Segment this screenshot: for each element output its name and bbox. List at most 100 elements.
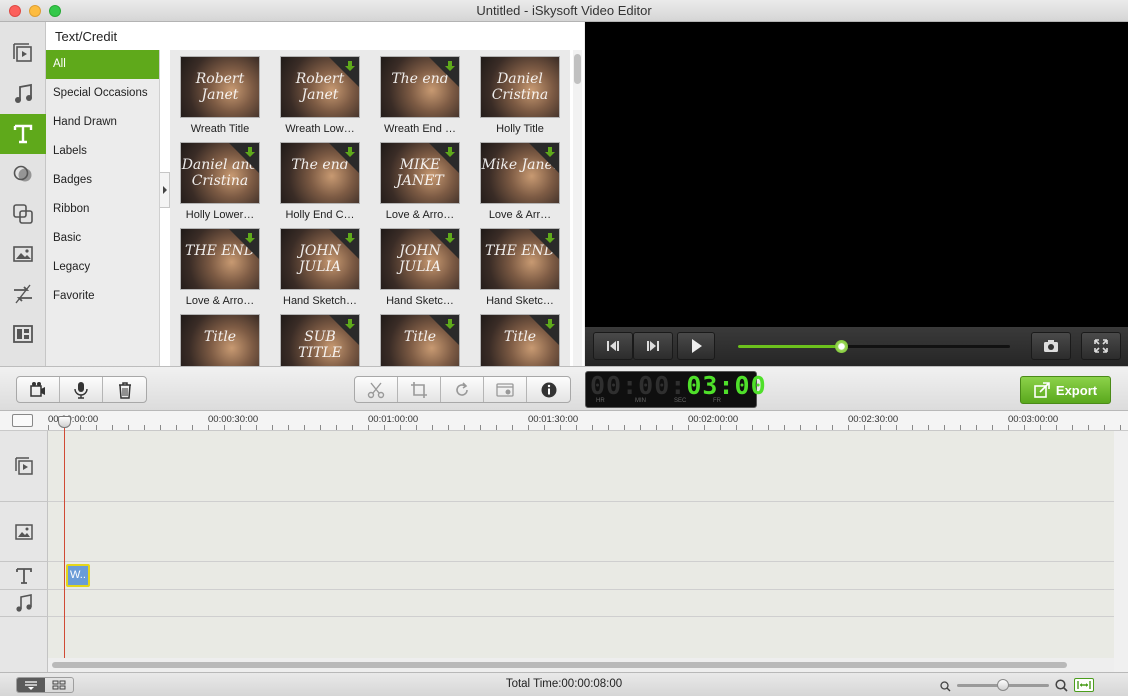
text-track-header[interactable] — [0, 562, 48, 590]
template-thumbnail[interactable]: The end Wreath End … — [373, 56, 467, 135]
download-arrow-icon[interactable] — [544, 232, 556, 244]
template-label: Wreath Title — [190, 123, 250, 135]
template-thumbnail[interactable]: MIKE JANET Love & Arro… — [373, 142, 467, 221]
step-forward-icon — [647, 341, 659, 351]
download-arrow-icon[interactable] — [444, 318, 456, 330]
template-thumbnail[interactable]: Daniel and Cristina Holly Lower… — [173, 142, 267, 221]
template-thumbnail[interactable]: JOHN JULIA Hand Sketch… — [273, 228, 367, 307]
template-thumbnail[interactable]: SUB TITLE — [273, 314, 367, 366]
template-thumbnail[interactable]: Robert Janet Wreath Title — [173, 56, 267, 135]
category-ribbon[interactable]: Ribbon — [46, 195, 159, 224]
text-clip[interactable]: W.. — [66, 564, 90, 587]
fit-timeline-button[interactable] — [1074, 678, 1094, 692]
download-arrow-icon[interactable] — [544, 318, 556, 330]
seek-handle[interactable] — [835, 340, 849, 353]
template-label: Love & Arro… — [185, 295, 255, 307]
template-thumbnail[interactable]: THE END Hand Sketc… — [473, 228, 567, 307]
play-button[interactable] — [677, 332, 715, 360]
download-arrow-icon[interactable] — [444, 232, 456, 244]
minimize-window-button[interactable] — [29, 5, 41, 17]
track-menu-button[interactable] — [12, 414, 33, 427]
template-thumbnail[interactable]: THE END Love & Arro… — [173, 228, 267, 307]
timeline-vertical-scrollbar[interactable] — [1114, 431, 1128, 672]
record-video-icon — [30, 381, 45, 397]
filter-circles-icon — [13, 165, 32, 182]
text-track[interactable] — [48, 562, 1114, 590]
rail-text-button[interactable] — [0, 114, 46, 154]
track-tools-group — [16, 376, 147, 403]
category-legacy[interactable]: Legacy — [46, 253, 159, 282]
timecode-unit-hr: HR — [596, 398, 605, 404]
record-voiceover-button[interactable] — [60, 377, 103, 402]
download-arrow-icon[interactable] — [544, 146, 556, 158]
empty-track-header — [0, 617, 48, 672]
rail-overlays-button[interactable] — [0, 194, 46, 234]
category-special-occasions[interactable]: Special Occasions — [46, 79, 159, 108]
ruler-label: 00:01:00:00 — [368, 414, 419, 425]
rotate-button[interactable] — [441, 377, 484, 402]
category-hand-drawn[interactable]: Hand Drawn — [46, 108, 159, 137]
crop-button[interactable] — [398, 377, 441, 402]
template-thumbnail[interactable]: Title — [173, 314, 267, 366]
scrollbar-knob[interactable] — [574, 54, 581, 84]
image-track[interactable] — [48, 502, 1114, 562]
rail-media-button[interactable] — [0, 33, 46, 73]
zoom-slider[interactable] — [957, 679, 1049, 691]
step-back-button[interactable] — [593, 332, 633, 360]
rail-music-button[interactable] — [0, 74, 46, 114]
music-track[interactable] — [48, 590, 1114, 617]
video-track[interactable] — [48, 431, 1114, 502]
template-thumbnail[interactable]: Robert Janet Wreath Low… — [273, 56, 367, 135]
advanced-settings-button[interactable] — [484, 377, 527, 402]
category-all[interactable]: All — [46, 50, 159, 79]
download-arrow-icon[interactable] — [444, 60, 456, 72]
snapshot-button[interactable] — [1031, 332, 1071, 360]
download-arrow-icon[interactable] — [444, 146, 456, 158]
download-arrow-icon[interactable] — [344, 146, 356, 158]
template-grid-scrollbar[interactable] — [573, 50, 582, 366]
template-thumbnail[interactable]: JOHN JULIA Hand Sketc… — [373, 228, 467, 307]
zoom-out-icon[interactable] — [940, 681, 951, 692]
template-thumbnail[interactable]: Title — [473, 314, 567, 366]
download-arrow-icon[interactable] — [344, 60, 356, 72]
seek-bar[interactable] — [738, 340, 1010, 353]
template-thumbnail[interactable]: Daniel Cristina Holly Title — [473, 56, 567, 135]
collapse-categories-toggle[interactable] — [160, 172, 170, 208]
music-track-header[interactable] — [0, 590, 48, 617]
category-basic[interactable]: Basic — [46, 224, 159, 253]
template-thumbnail[interactable]: Mike Janet Love & Arr… — [473, 142, 567, 221]
download-arrow-icon[interactable] — [244, 232, 256, 244]
timecode-hours: 00 — [590, 371, 623, 400]
category-labels[interactable]: Labels — [46, 137, 159, 166]
download-arrow-icon[interactable] — [344, 232, 356, 244]
timeline-scroll-knob[interactable] — [52, 662, 1067, 668]
timeline-ruler[interactable]: 00:00:00:00 00:00:30:00 00:01:00:00 00:0… — [0, 411, 1128, 431]
player-controls — [585, 327, 1128, 366]
rail-transitions-button[interactable] — [0, 274, 46, 314]
video-track-header[interactable] — [0, 431, 48, 502]
fullscreen-button[interactable] — [1081, 332, 1121, 360]
step-forward-button[interactable] — [633, 332, 673, 360]
playhead-handle[interactable] — [58, 416, 71, 428]
template-thumbnail[interactable]: The end Holly End C… — [273, 142, 367, 221]
title-bar: Untitled - iSkysoft Video Editor — [0, 0, 1128, 22]
category-favorite[interactable]: Favorite — [46, 282, 159, 311]
download-arrow-icon[interactable] — [344, 318, 356, 330]
rail-filters-button[interactable] — [0, 154, 46, 194]
rail-elements-button[interactable] — [0, 234, 46, 274]
image-track-header[interactable] — [0, 502, 48, 562]
cut-button[interactable] — [355, 377, 398, 402]
template-thumbnail[interactable]: Title — [373, 314, 467, 366]
close-window-button[interactable] — [9, 5, 21, 17]
timeline-horizontal-scrollbar[interactable] — [48, 658, 1114, 672]
category-badges[interactable]: Badges — [46, 166, 159, 195]
record-video-button[interactable] — [17, 377, 60, 402]
rail-split-screen-button[interactable] — [0, 314, 46, 354]
zoom-in-icon[interactable] — [1055, 679, 1068, 692]
info-button[interactable] — [527, 377, 570, 402]
zoom-slider-handle[interactable] — [997, 679, 1009, 691]
export-button[interactable]: Export — [1020, 376, 1111, 404]
delete-button[interactable] — [103, 377, 146, 402]
download-arrow-icon[interactable] — [244, 146, 256, 158]
zoom-window-button[interactable] — [49, 5, 61, 17]
